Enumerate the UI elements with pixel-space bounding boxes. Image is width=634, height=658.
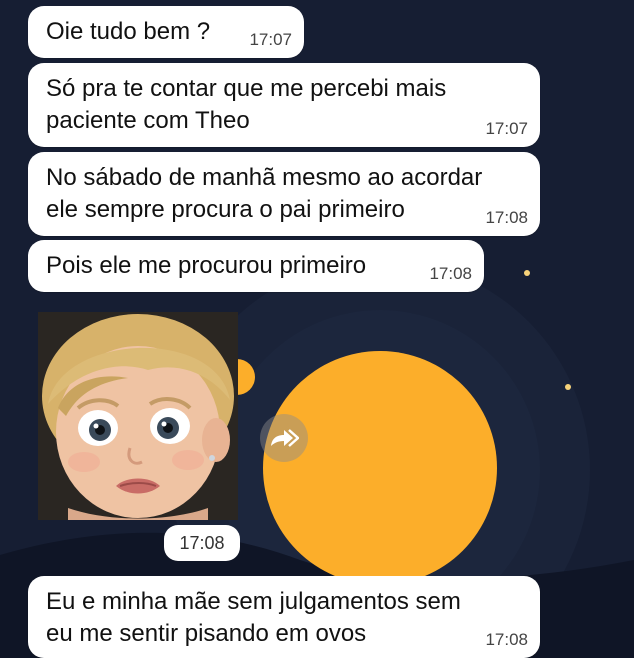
message-time: 17:07 (485, 119, 528, 138)
large-planet (263, 351, 497, 585)
message-text: Pois ele me procurou primeiro (46, 252, 367, 279)
message-time: 17:08 (429, 264, 472, 283)
message-bubble[interactable]: No sábado de manhã mesmo ao acordar ele … (28, 152, 540, 236)
message-text: Só pra te contar que me percebi mais pac… (46, 75, 447, 134)
surprised-child-sticker[interactable] (38, 312, 238, 520)
message-bubble[interactable]: Eu e minha mãe sem julgamentos sem eu me… (28, 576, 540, 658)
forward-icon (271, 429, 299, 447)
message-time: 17:08 (485, 630, 528, 649)
message-text: Eu e minha mãe sem julgamentos sem eu me… (46, 588, 461, 647)
message-time: 17:07 (249, 30, 292, 49)
message-time: 17:08 (485, 208, 528, 227)
star-dot (524, 270, 530, 276)
message-bubble[interactable]: Oie tudo bem ? 17:07 (28, 6, 304, 58)
message-text: No sábado de manhã mesmo ao acordar ele … (46, 164, 483, 223)
message-bubble[interactable]: Pois ele me procurou primeiro 17:08 (28, 240, 484, 292)
message-bubble[interactable]: Só pra te contar que me percebi mais pac… (28, 63, 540, 147)
forward-button[interactable] (260, 414, 308, 462)
star-dot (565, 384, 571, 390)
sticker-time: 17:08 (164, 525, 240, 561)
message-text: Oie tudo bem ? (46, 18, 211, 45)
